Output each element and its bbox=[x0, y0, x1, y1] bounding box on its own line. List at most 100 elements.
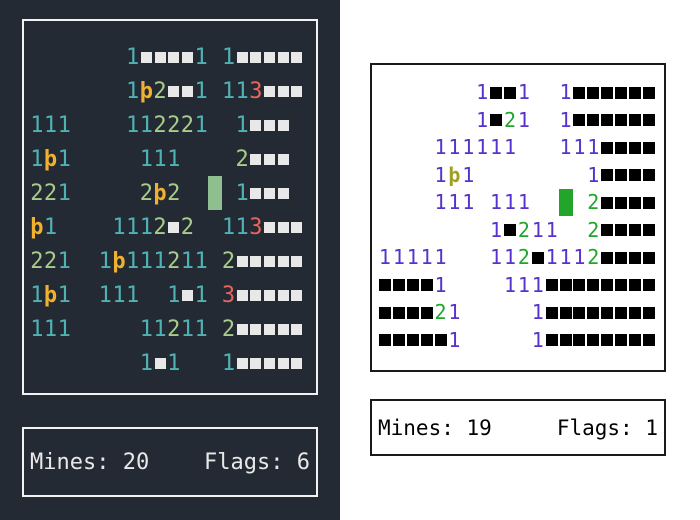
number-cell[interactable]: 1 bbox=[153, 313, 167, 347]
empty-cell[interactable] bbox=[112, 177, 126, 211]
empty-cell[interactable] bbox=[71, 313, 85, 347]
empty-cell[interactable] bbox=[98, 75, 112, 109]
empty-cell[interactable] bbox=[378, 79, 392, 107]
empty-cell[interactable] bbox=[44, 75, 58, 109]
hidden-cell[interactable] bbox=[586, 107, 600, 135]
empty-cell[interactable] bbox=[503, 299, 517, 327]
number-cell[interactable]: 1 bbox=[434, 272, 448, 300]
hidden-cell[interactable] bbox=[572, 299, 586, 327]
empty-cell[interactable] bbox=[531, 134, 545, 162]
empty-cell[interactable] bbox=[461, 107, 475, 135]
empty-cell[interactable] bbox=[517, 134, 531, 162]
hidden-cell[interactable] bbox=[489, 79, 503, 107]
hidden-cell[interactable] bbox=[559, 327, 573, 355]
empty-cell[interactable] bbox=[57, 211, 71, 245]
number-cell[interactable]: 1 bbox=[194, 279, 208, 313]
hidden-cell[interactable] bbox=[628, 79, 642, 107]
empty-cell[interactable] bbox=[420, 189, 434, 217]
empty-cell[interactable] bbox=[71, 177, 85, 211]
hidden-cell[interactable] bbox=[586, 327, 600, 355]
hidden-cell[interactable] bbox=[628, 244, 642, 272]
empty-cell[interactable] bbox=[71, 143, 85, 177]
empty-cell[interactable] bbox=[85, 279, 99, 313]
empty-cell[interactable] bbox=[112, 347, 126, 381]
number-cell[interactable]: 2 bbox=[181, 211, 195, 245]
hidden-cell[interactable] bbox=[290, 347, 304, 381]
empty-cell[interactable] bbox=[392, 134, 406, 162]
number-cell[interactable]: 1 bbox=[489, 217, 503, 245]
number-cell[interactable]: 2 bbox=[30, 177, 44, 211]
number-cell[interactable]: 1 bbox=[194, 109, 208, 143]
number-cell[interactable]: 1 bbox=[57, 177, 71, 211]
number-cell[interactable]: 1 bbox=[503, 272, 517, 300]
flag-icon[interactable]: þ bbox=[44, 279, 58, 313]
empty-cell[interactable] bbox=[30, 41, 44, 75]
hidden-cell[interactable] bbox=[614, 162, 628, 190]
empty-cell[interactable] bbox=[126, 313, 140, 347]
number-cell[interactable]: 1 bbox=[44, 313, 58, 347]
empty-cell[interactable] bbox=[447, 244, 461, 272]
number-cell[interactable]: 1 bbox=[235, 177, 249, 211]
hidden-cell[interactable] bbox=[153, 347, 167, 381]
number-cell[interactable]: 1 bbox=[235, 75, 249, 109]
empty-cell[interactable] bbox=[30, 347, 44, 381]
hidden-cell[interactable] bbox=[600, 189, 614, 217]
number-cell[interactable]: 2 bbox=[517, 244, 531, 272]
hidden-cell[interactable] bbox=[628, 162, 642, 190]
number-cell[interactable]: 1 bbox=[586, 162, 600, 190]
empty-cell[interactable] bbox=[57, 347, 71, 381]
empty-cell[interactable] bbox=[126, 347, 140, 381]
number-cell[interactable]: 1 bbox=[44, 109, 58, 143]
number-cell[interactable]: 1 bbox=[461, 189, 475, 217]
hidden-cell[interactable] bbox=[545, 272, 559, 300]
hidden-cell[interactable] bbox=[263, 245, 277, 279]
empty-cell[interactable] bbox=[406, 217, 420, 245]
number-cell[interactable]: 2 bbox=[586, 189, 600, 217]
empty-cell[interactable] bbox=[475, 189, 489, 217]
hidden-cell[interactable] bbox=[614, 107, 628, 135]
empty-cell[interactable] bbox=[475, 217, 489, 245]
empty-cell[interactable] bbox=[392, 107, 406, 135]
hidden-cell[interactable] bbox=[614, 299, 628, 327]
number-cell[interactable]: 1 bbox=[503, 189, 517, 217]
empty-cell[interactable] bbox=[517, 327, 531, 355]
number-cell[interactable]: 1 bbox=[57, 245, 71, 279]
hidden-cell[interactable] bbox=[263, 211, 277, 245]
number-cell[interactable]: 1 bbox=[57, 313, 71, 347]
empty-cell[interactable] bbox=[222, 177, 236, 211]
hidden-cell[interactable] bbox=[600, 79, 614, 107]
empty-cell[interactable] bbox=[140, 279, 154, 313]
hidden-cell[interactable] bbox=[406, 272, 420, 300]
number-cell[interactable]: 1 bbox=[531, 217, 545, 245]
number-cell[interactable]: 2 bbox=[167, 313, 181, 347]
empty-cell[interactable] bbox=[71, 347, 85, 381]
hidden-cell[interactable] bbox=[392, 272, 406, 300]
empty-cell[interactable] bbox=[434, 79, 448, 107]
number-cell[interactable]: 1 bbox=[489, 189, 503, 217]
number-cell[interactable]: 3 bbox=[249, 211, 263, 245]
number-cell[interactable]: 2 bbox=[44, 245, 58, 279]
minesweeper-board-dark[interactable]: 11 1 1þ2 1 113 111 112221 1 1þ1 111 2 221 2þ… bbox=[22, 19, 318, 395]
hidden-cell[interactable] bbox=[545, 299, 559, 327]
number-cell[interactable]: 1 bbox=[572, 134, 586, 162]
hidden-cell[interactable] bbox=[628, 134, 642, 162]
number-cell[interactable]: 1 bbox=[517, 189, 531, 217]
hidden-cell[interactable] bbox=[642, 189, 656, 217]
hidden-cell[interactable] bbox=[559, 299, 573, 327]
empty-cell[interactable] bbox=[461, 272, 475, 300]
hidden-cell[interactable] bbox=[600, 327, 614, 355]
empty-cell[interactable] bbox=[475, 244, 489, 272]
hidden-cell[interactable] bbox=[392, 299, 406, 327]
empty-cell[interactable] bbox=[545, 79, 559, 107]
empty-cell[interactable] bbox=[98, 177, 112, 211]
empty-cell[interactable] bbox=[447, 79, 461, 107]
empty-cell[interactable] bbox=[98, 211, 112, 245]
empty-cell[interactable] bbox=[489, 272, 503, 300]
hidden-cell[interactable] bbox=[276, 109, 290, 143]
hidden-cell[interactable] bbox=[572, 327, 586, 355]
empty-cell[interactable] bbox=[112, 75, 126, 109]
hidden-cell[interactable] bbox=[290, 245, 304, 279]
hidden-cell[interactable] bbox=[614, 217, 628, 245]
number-cell[interactable]: 1 bbox=[112, 211, 126, 245]
hidden-cell[interactable] bbox=[642, 299, 656, 327]
